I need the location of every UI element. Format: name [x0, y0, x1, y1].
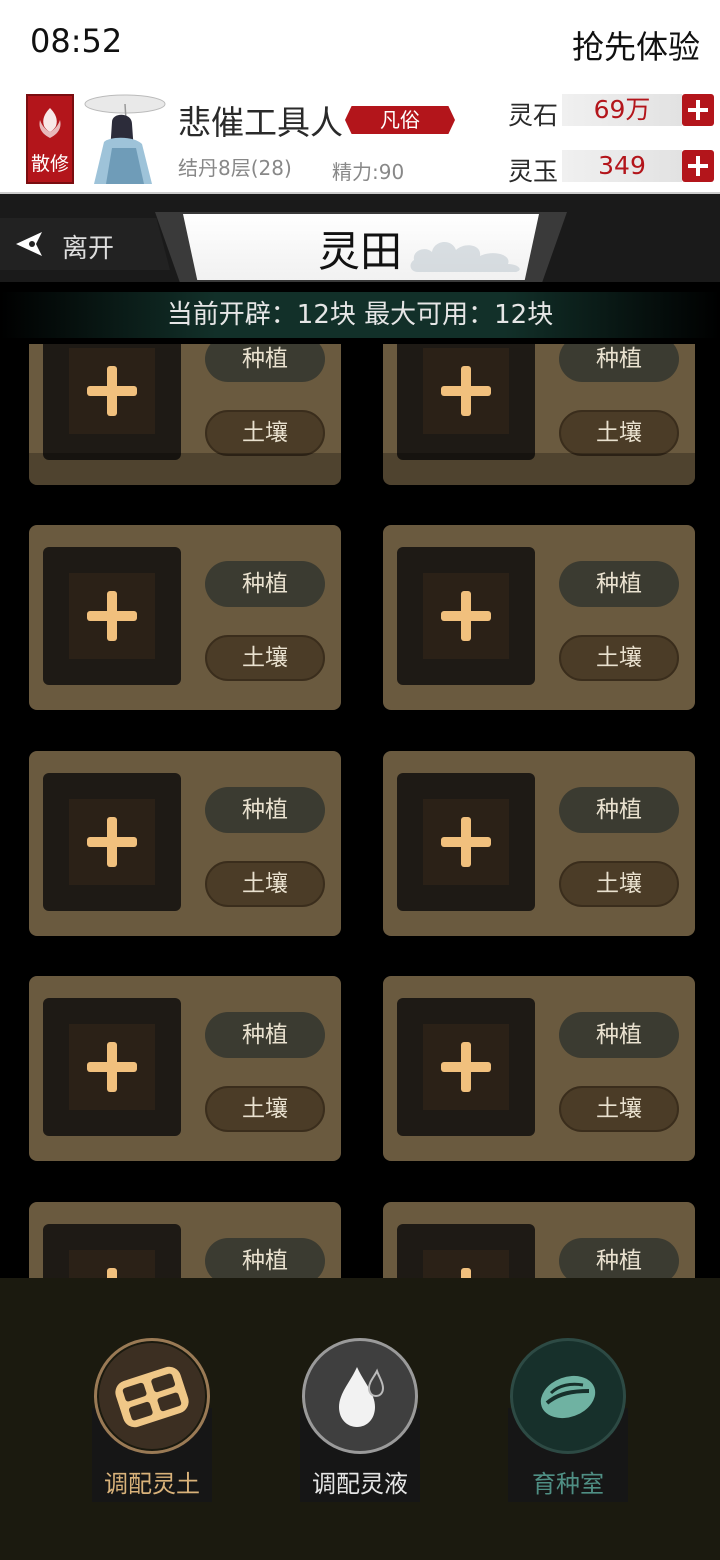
- early-access-link[interactable]: 抢先体验: [572, 22, 700, 68]
- soil-button[interactable]: 土壤: [205, 1086, 325, 1132]
- page-title: 灵田: [317, 227, 402, 276]
- plots-grid[interactable]: 种植 土壤 种植 土壤 种植 土壤 种植 土壤 种植 土壤 种植 土壤 种植 土…: [0, 344, 720, 1278]
- spirit-stone-value: 69万: [562, 94, 682, 126]
- player-profile: 散修 悲催工具人 凡俗 结丹8层(28) 精力:90 灵石 69万 灵玉 349: [0, 82, 720, 194]
- plant-button[interactable]: 种植: [559, 561, 679, 607]
- plot-slot[interactable]: [43, 344, 181, 460]
- clock: 08:52: [30, 22, 123, 60]
- cultivation-realm: 结丹8层(28): [178, 156, 292, 180]
- plot-slot[interactable]: [43, 773, 181, 911]
- field-plot: 种植 土壤: [383, 976, 695, 1161]
- spirit-jade-value: 349: [562, 150, 682, 182]
- soil-button[interactable]: 土壤: [559, 861, 679, 907]
- sect-emblem-icon: [39, 108, 61, 138]
- spirit-stone-label: 灵石: [508, 101, 559, 130]
- soil-tile-icon: [115, 1366, 189, 1428]
- soil-button[interactable]: 土壤: [205, 410, 325, 456]
- status-bar: 08:52 抢先体验: [0, 0, 720, 82]
- plot-slot[interactable]: [43, 998, 181, 1136]
- field-plot: 种植 土壤: [383, 751, 695, 936]
- plot-slot[interactable]: [43, 547, 181, 685]
- soil-button[interactable]: 土壤: [205, 635, 325, 681]
- mix-spirit-soil-button[interactable]: 调配灵土: [90, 1336, 214, 1502]
- field-plot: 种植 土壤: [29, 976, 341, 1161]
- field-plot: 种植 土壤: [29, 525, 341, 710]
- soil-button[interactable]: 土壤: [559, 410, 679, 456]
- mix-spirit-soil-label: 调配灵土: [104, 1470, 200, 1498]
- plant-button[interactable]: 种植: [559, 344, 679, 382]
- seed-icon: [540, 1375, 596, 1419]
- soil-button[interactable]: 土壤: [559, 1086, 679, 1132]
- soil-button[interactable]: 土壤: [559, 635, 679, 681]
- plant-button[interactable]: 种植: [559, 1238, 679, 1278]
- plot-summary-bar: 当前开辟：12块 最大可用：12块: [0, 292, 720, 338]
- energy-value: 精力:90: [332, 160, 405, 184]
- plot-slot[interactable]: [397, 344, 535, 460]
- add-spirit-stone-button[interactable]: [682, 94, 714, 126]
- plot-slot[interactable]: [397, 547, 535, 685]
- avatar[interactable]: [82, 92, 168, 186]
- breeding-room-label: 育种室: [532, 1470, 604, 1498]
- plot-slot[interactable]: [397, 998, 535, 1136]
- title-bar: 离开 灵田: [0, 194, 720, 282]
- player-name: 悲催工具人: [178, 103, 343, 142]
- plot-slot[interactable]: [43, 1224, 181, 1278]
- add-spirit-jade-button[interactable]: [682, 150, 714, 182]
- field-plot: 种植 土壤: [29, 751, 341, 936]
- breeding-room-button[interactable]: 育种室: [506, 1336, 630, 1502]
- rank-badge: 凡俗: [345, 106, 455, 134]
- field-plot: 种植 土壤: [29, 344, 341, 485]
- spirit-jade-label: 灵玉: [508, 157, 559, 186]
- sect-badge[interactable]: 散修: [26, 94, 74, 184]
- plant-button[interactable]: 种植: [205, 344, 325, 382]
- plot-slot[interactable]: [397, 773, 535, 911]
- sect-label: 散修: [30, 153, 69, 175]
- field-plot: 种植 土壤: [29, 1202, 341, 1278]
- plant-button[interactable]: 种植: [205, 1012, 325, 1058]
- plot-slot[interactable]: [397, 1224, 535, 1278]
- field-plot: 种植 土壤: [383, 525, 695, 710]
- plant-button[interactable]: 种植: [205, 561, 325, 607]
- plant-button[interactable]: 种植: [559, 1012, 679, 1058]
- soil-button[interactable]: 土壤: [205, 861, 325, 907]
- water-drop-icon: [339, 1367, 385, 1427]
- field-plot: 种植 土壤: [383, 1202, 695, 1278]
- mix-spirit-liquid-button[interactable]: 调配灵液: [298, 1336, 422, 1502]
- field-plot: 种植 土壤: [383, 344, 695, 485]
- plant-button[interactable]: 种植: [205, 1238, 325, 1278]
- bottom-action-bar: 调配灵土 调配灵液 育种室: [0, 1278, 720, 1560]
- plot-summary-text: 当前开辟：12块 最大可用：12块: [166, 300, 554, 330]
- plant-button[interactable]: 种植: [559, 787, 679, 833]
- plant-button[interactable]: 种植: [205, 787, 325, 833]
- mix-spirit-liquid-label: 调配灵液: [312, 1470, 408, 1498]
